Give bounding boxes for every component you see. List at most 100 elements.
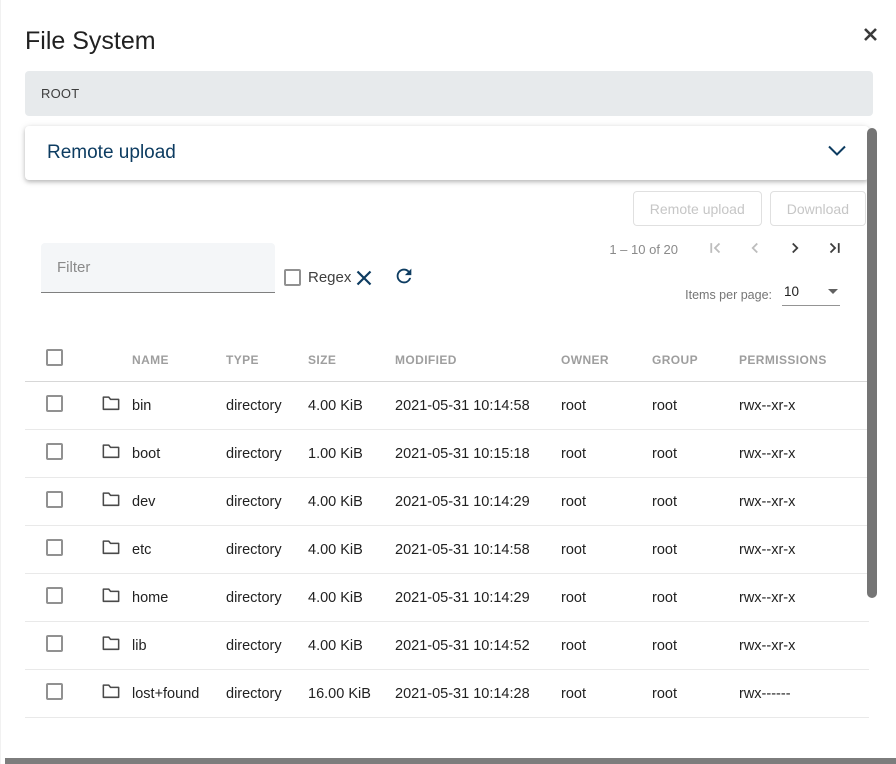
select-all-checkbox[interactable] [46, 349, 63, 366]
cell-name: boot [132, 446, 226, 462]
cell-group: root [652, 686, 739, 702]
action-buttons: Remote upload Download [633, 191, 866, 226]
column-header-size[interactable]: SIZE [308, 353, 395, 367]
table-row[interactable]: etc directory 4.00 KiB 2021-05-31 10:14:… [25, 526, 869, 574]
folder-icon [102, 539, 120, 560]
cell-permissions: rwx------ [739, 686, 869, 702]
folder-icon [102, 635, 120, 656]
breadcrumb[interactable]: ROOT [25, 71, 873, 116]
remote-upload-panel-header[interactable]: Remote upload [25, 126, 869, 180]
page-title: File System [25, 27, 156, 56]
column-header-owner[interactable]: OWNER [561, 353, 652, 367]
table-row[interactable]: dev directory 4.00 KiB 2021-05-31 10:14:… [25, 478, 869, 526]
first-page-icon [706, 239, 724, 260]
folder-icon [102, 683, 120, 704]
items-per-page-label: Items per page: [685, 288, 772, 302]
cell-size: 4.00 KiB [308, 494, 395, 510]
cell-name: home [132, 590, 226, 606]
paginator: 1 – 10 of 20 [609, 240, 844, 258]
row-checkbox[interactable] [46, 395, 63, 412]
filter-input[interactable] [41, 243, 275, 293]
close-icon [863, 27, 878, 45]
panel-title: Remote upload [47, 142, 176, 164]
first-page-button[interactable] [706, 240, 724, 258]
table-row[interactable]: home directory 4.00 KiB 2021-05-31 10:14… [25, 574, 869, 622]
regex-label: Regex [308, 269, 351, 286]
cell-owner: root [561, 686, 652, 702]
cell-type: directory [226, 494, 308, 510]
cell-modified: 2021-05-31 10:14:29 [395, 494, 561, 510]
items-per-page: Items per page: 10 [685, 284, 840, 306]
cell-modified: 2021-05-31 10:14:28 [395, 686, 561, 702]
close-button[interactable] [858, 24, 882, 48]
row-checkbox[interactable] [46, 539, 63, 556]
cell-size: 4.00 KiB [308, 590, 395, 606]
last-page-button[interactable] [826, 240, 844, 258]
cell-size: 4.00 KiB [308, 638, 395, 654]
cell-permissions: rwx--xr-x [739, 398, 869, 414]
cell-size: 4.00 KiB [308, 542, 395, 558]
folder-icon [102, 443, 120, 464]
cell-owner: root [561, 398, 652, 414]
cell-permissions: rwx--xr-x [739, 638, 869, 654]
column-header-name[interactable]: NAME [132, 353, 226, 367]
cell-type: directory [226, 686, 308, 702]
cell-modified: 2021-05-31 10:14:58 [395, 398, 561, 414]
cell-name: lost+found [132, 686, 226, 702]
cell-type: directory [226, 590, 308, 606]
folder-icon [102, 491, 120, 512]
column-header-modified[interactable]: MODIFIED [395, 353, 561, 367]
column-header-type[interactable]: TYPE [226, 353, 308, 367]
cell-owner: root [561, 494, 652, 510]
row-checkbox[interactable] [46, 443, 63, 460]
folder-icon [102, 395, 120, 416]
cell-type: directory [226, 446, 308, 462]
page-size-value: 10 [784, 284, 799, 299]
table-row[interactable]: lib directory 4.00 KiB 2021-05-31 10:14:… [25, 622, 869, 670]
horizontal-scrollbar-thumb[interactable] [5, 758, 896, 764]
table-row[interactable]: lost+found directory 16.00 KiB 2021-05-3… [25, 670, 869, 718]
refresh-icon[interactable] [393, 265, 415, 292]
cell-type: directory [226, 542, 308, 558]
cell-permissions: rwx--xr-x [739, 446, 869, 462]
cell-type: directory [226, 638, 308, 654]
cell-group: root [652, 494, 739, 510]
vertical-scrollbar-thumb[interactable] [867, 128, 877, 598]
remote-upload-button[interactable]: Remote upload [633, 191, 762, 226]
cell-type: directory [226, 398, 308, 414]
cell-owner: root [561, 590, 652, 606]
row-checkbox[interactable] [46, 491, 63, 508]
table-row[interactable]: boot directory 1.00 KiB 2021-05-31 10:15… [25, 430, 869, 478]
page-size-select[interactable]: 10 [782, 284, 840, 306]
file-table: NAME TYPE SIZE MODIFIED OWNER GROUP PERM… [25, 338, 869, 718]
table-row[interactable]: bin directory 4.00 KiB 2021-05-31 10:14:… [25, 382, 869, 430]
cell-owner: root [561, 446, 652, 462]
cell-group: root [652, 446, 739, 462]
cell-group: root [652, 590, 739, 606]
previous-page-icon [746, 239, 764, 260]
cell-group: root [652, 638, 739, 654]
row-checkbox[interactable] [46, 683, 63, 700]
last-page-icon [826, 239, 844, 260]
cell-modified: 2021-05-31 10:14:58 [395, 542, 561, 558]
regex-checkbox[interactable] [284, 269, 301, 286]
column-header-group[interactable]: GROUP [652, 353, 739, 367]
column-header-permissions[interactable]: PERMISSIONS [739, 353, 869, 367]
cell-size: 16.00 KiB [308, 686, 395, 702]
row-checkbox[interactable] [46, 635, 63, 652]
dropdown-arrow-icon [828, 289, 838, 294]
cell-modified: 2021-05-31 10:15:18 [395, 446, 561, 462]
cell-name: bin [132, 398, 226, 414]
clear-filter-icon[interactable] [354, 268, 374, 293]
cell-group: root [652, 542, 739, 558]
cell-size: 1.00 KiB [308, 446, 395, 462]
cell-name: etc [132, 542, 226, 558]
row-checkbox[interactable] [46, 587, 63, 604]
cell-owner: root [561, 638, 652, 654]
chevron-down-icon [827, 144, 847, 162]
cell-permissions: rwx--xr-x [739, 590, 869, 606]
download-button[interactable]: Download [770, 191, 866, 226]
next-page-button[interactable] [786, 240, 804, 258]
table-header-row: NAME TYPE SIZE MODIFIED OWNER GROUP PERM… [25, 338, 869, 382]
previous-page-button[interactable] [746, 240, 764, 258]
